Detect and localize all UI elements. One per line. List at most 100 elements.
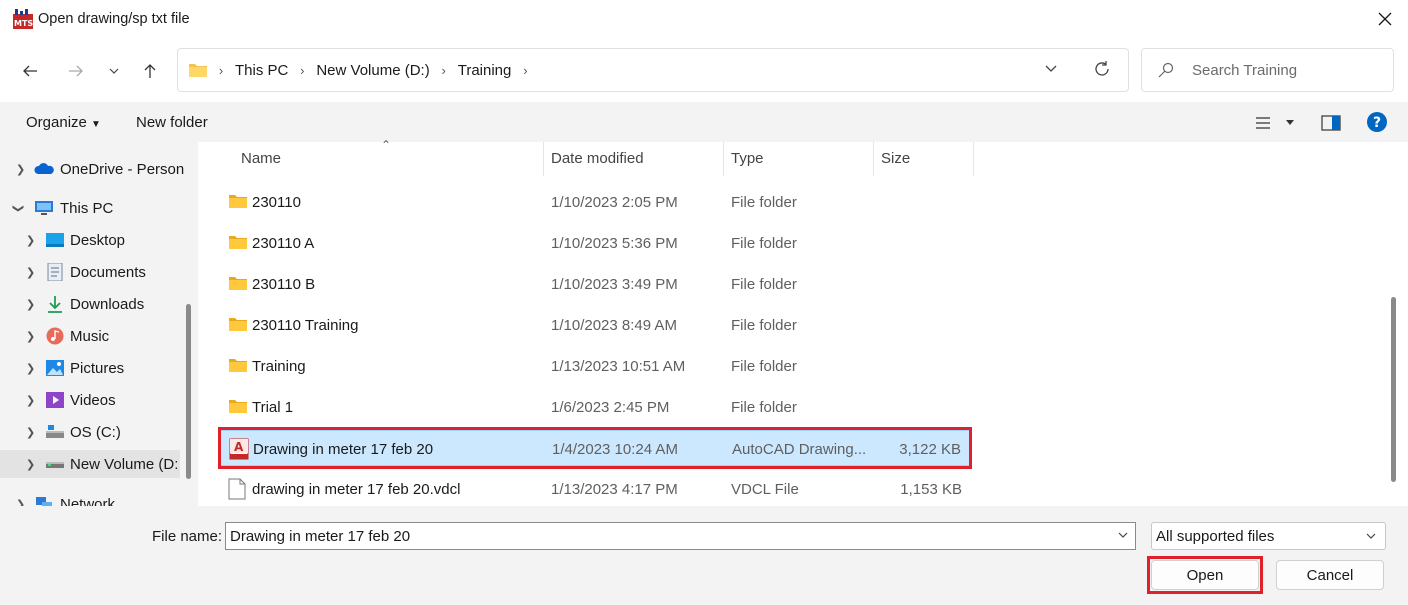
file-name: Trial 1 (252, 399, 294, 416)
close-button[interactable] (1370, 5, 1400, 33)
breadcrumb-separator-icon[interactable]: › (293, 63, 311, 78)
column-header-size[interactable]: Size (881, 150, 910, 167)
sidebar-item-onedrive[interactable]: ❯ OneDrive - Person (0, 155, 184, 183)
chevron-right-icon[interactable]: ❯ (26, 330, 35, 343)
file-type: File folder (731, 194, 797, 211)
organize-button[interactable]: Organize ▼ (26, 114, 101, 131)
file-row[interactable]: 230110 Training 1/10/2023 8:49 AM File f… (220, 307, 972, 343)
network-icon (36, 497, 52, 506)
help-icon[interactable]: ? (1366, 111, 1388, 133)
downloads-icon (48, 296, 62, 313)
view-options-icon[interactable] (1255, 116, 1271, 130)
file-row[interactable]: Training 1/13/2023 10:51 AM File folder (220, 348, 972, 384)
refresh-icon[interactable] (1093, 60, 1111, 78)
drive-icon (46, 425, 64, 438)
command-bar: Organize ▼ New folder ? (0, 102, 1408, 142)
chevron-right-icon[interactable]: ❯ (26, 266, 35, 279)
search-box[interactable]: Search Training (1141, 48, 1394, 92)
chevron-right-icon[interactable]: ❯ (26, 394, 35, 407)
column-divider[interactable] (723, 142, 724, 176)
sidebar-item-label: Network (60, 495, 116, 507)
file-list-scrollbar[interactable] (1391, 297, 1396, 482)
file-name: 230110 A (252, 235, 315, 252)
file-name-field[interactable]: Drawing in meter 17 feb 20 (225, 522, 1136, 550)
sidebar-item-label: OS (C:) (70, 423, 121, 441)
breadcrumb-separator-icon[interactable]: › (516, 63, 534, 78)
file-name-label: File name: (152, 528, 223, 545)
breadcrumb-separator-icon[interactable]: › (435, 63, 453, 78)
sort-ascending-icon: ⌃ (381, 138, 392, 152)
file-date: 1/10/2023 8:49 AM (551, 317, 677, 334)
sidebar-item-documents[interactable]: ❯ Documents (0, 258, 180, 286)
chevron-down-icon (1366, 533, 1376, 539)
sidebar-item-desktop[interactable]: ❯ Desktop (0, 226, 180, 254)
sidebar-scrollbar[interactable] (186, 304, 191, 479)
file-row[interactable]: 230110 1/10/2023 2:05 PM File folder (220, 184, 972, 220)
recent-locations-button[interactable] (100, 57, 128, 85)
folder-icon (229, 236, 247, 249)
file-date: 1/10/2023 3:49 PM (551, 276, 678, 293)
sidebar-item-new-volume[interactable]: ❯ New Volume (D: (0, 450, 180, 478)
search-input[interactable]: Search Training (1192, 62, 1297, 79)
file-type: File folder (731, 276, 797, 293)
chevron-right-icon[interactable]: ❯ (26, 458, 35, 471)
file-type: VDCL File (731, 481, 799, 498)
file-type: File folder (731, 235, 797, 252)
file-row[interactable]: 230110 B 1/10/2023 3:49 PM File folder (220, 266, 972, 302)
chevron-right-icon[interactable]: ❯ (16, 163, 25, 176)
file-row[interactable]: 230110 A 1/10/2023 5:36 PM File folder (220, 225, 972, 261)
file-name: 230110 B (252, 276, 316, 293)
file-type-filter[interactable]: All supported files (1151, 522, 1386, 550)
music-icon (46, 327, 64, 345)
sidebar-item-label: Pictures (70, 359, 125, 377)
column-header-date[interactable]: Date modified (551, 150, 644, 167)
sidebar-item-network[interactable]: ❯ Network (0, 490, 180, 506)
file-name-value[interactable]: Drawing in meter 17 feb 20 (230, 528, 410, 545)
desktop-icon (46, 233, 64, 247)
column-header-type[interactable]: Type (731, 150, 764, 167)
sidebar-item-music[interactable]: ❯ Music (0, 322, 180, 350)
chevron-down-icon[interactable] (1117, 529, 1129, 541)
column-divider[interactable] (973, 142, 974, 176)
column-divider[interactable] (543, 142, 544, 176)
arrow-right-icon (69, 65, 83, 77)
column-header-name[interactable]: Name (241, 150, 281, 167)
preview-pane-icon[interactable] (1321, 115, 1341, 131)
view-dropdown-icon[interactable] (1285, 119, 1295, 127)
sidebar-item-os-c[interactable]: ❯ OS (C:) (0, 418, 180, 446)
back-button[interactable] (16, 57, 44, 85)
chevron-right-icon[interactable]: ❯ (16, 498, 25, 507)
caret-down-icon: ▼ (91, 119, 101, 130)
close-icon (1378, 12, 1392, 26)
chevron-right-icon[interactable]: ❯ (26, 426, 35, 439)
cancel-button[interactable]: Cancel (1276, 560, 1384, 590)
file-row[interactable]: Trial 1 1/6/2023 2:45 PM File folder (220, 389, 972, 425)
sidebar-item-videos[interactable]: ❯ Videos (0, 386, 180, 414)
column-divider[interactable] (873, 142, 874, 176)
chevron-right-icon[interactable]: ❯ (26, 234, 35, 247)
forward-button[interactable] (62, 57, 90, 85)
highlight-box-selected-file (218, 427, 972, 469)
address-dropdown-icon[interactable] (1044, 61, 1058, 75)
sidebar-item-label: Videos (70, 391, 116, 409)
sidebar-item-label: This PC (60, 199, 114, 217)
chevron-down-icon[interactable]: ❯ (12, 203, 25, 212)
sidebar-item-pictures[interactable]: ❯ Pictures (0, 354, 180, 382)
folder-icon (229, 318, 247, 331)
breadcrumb-new-volume[interactable]: New Volume (D:) (311, 62, 434, 79)
file-date: 1/13/2023 4:17 PM (551, 481, 678, 498)
folder-icon (229, 359, 247, 372)
app-logo-icon: MTS (13, 9, 33, 29)
file-row[interactable]: drawing in meter 17 feb 20.vdcl 1/13/202… (220, 471, 972, 507)
sidebar-item-downloads[interactable]: ❯ Downloads (0, 290, 180, 318)
new-folder-button[interactable]: New folder (136, 114, 208, 131)
breadcrumb-training[interactable]: Training (453, 62, 517, 79)
chevron-right-icon[interactable]: ❯ (26, 298, 35, 311)
chevron-right-icon[interactable]: ❯ (26, 362, 35, 375)
address-bar[interactable]: › This PC › New Volume (D:) › Training › (177, 48, 1129, 92)
sidebar-item-this-pc[interactable]: ❯ This PC (0, 194, 180, 222)
up-button[interactable] (136, 57, 164, 85)
arrow-left-icon (23, 65, 37, 77)
file-size: 1,153 KB (900, 481, 962, 498)
breadcrumb-this-pc[interactable]: This PC (230, 62, 293, 79)
